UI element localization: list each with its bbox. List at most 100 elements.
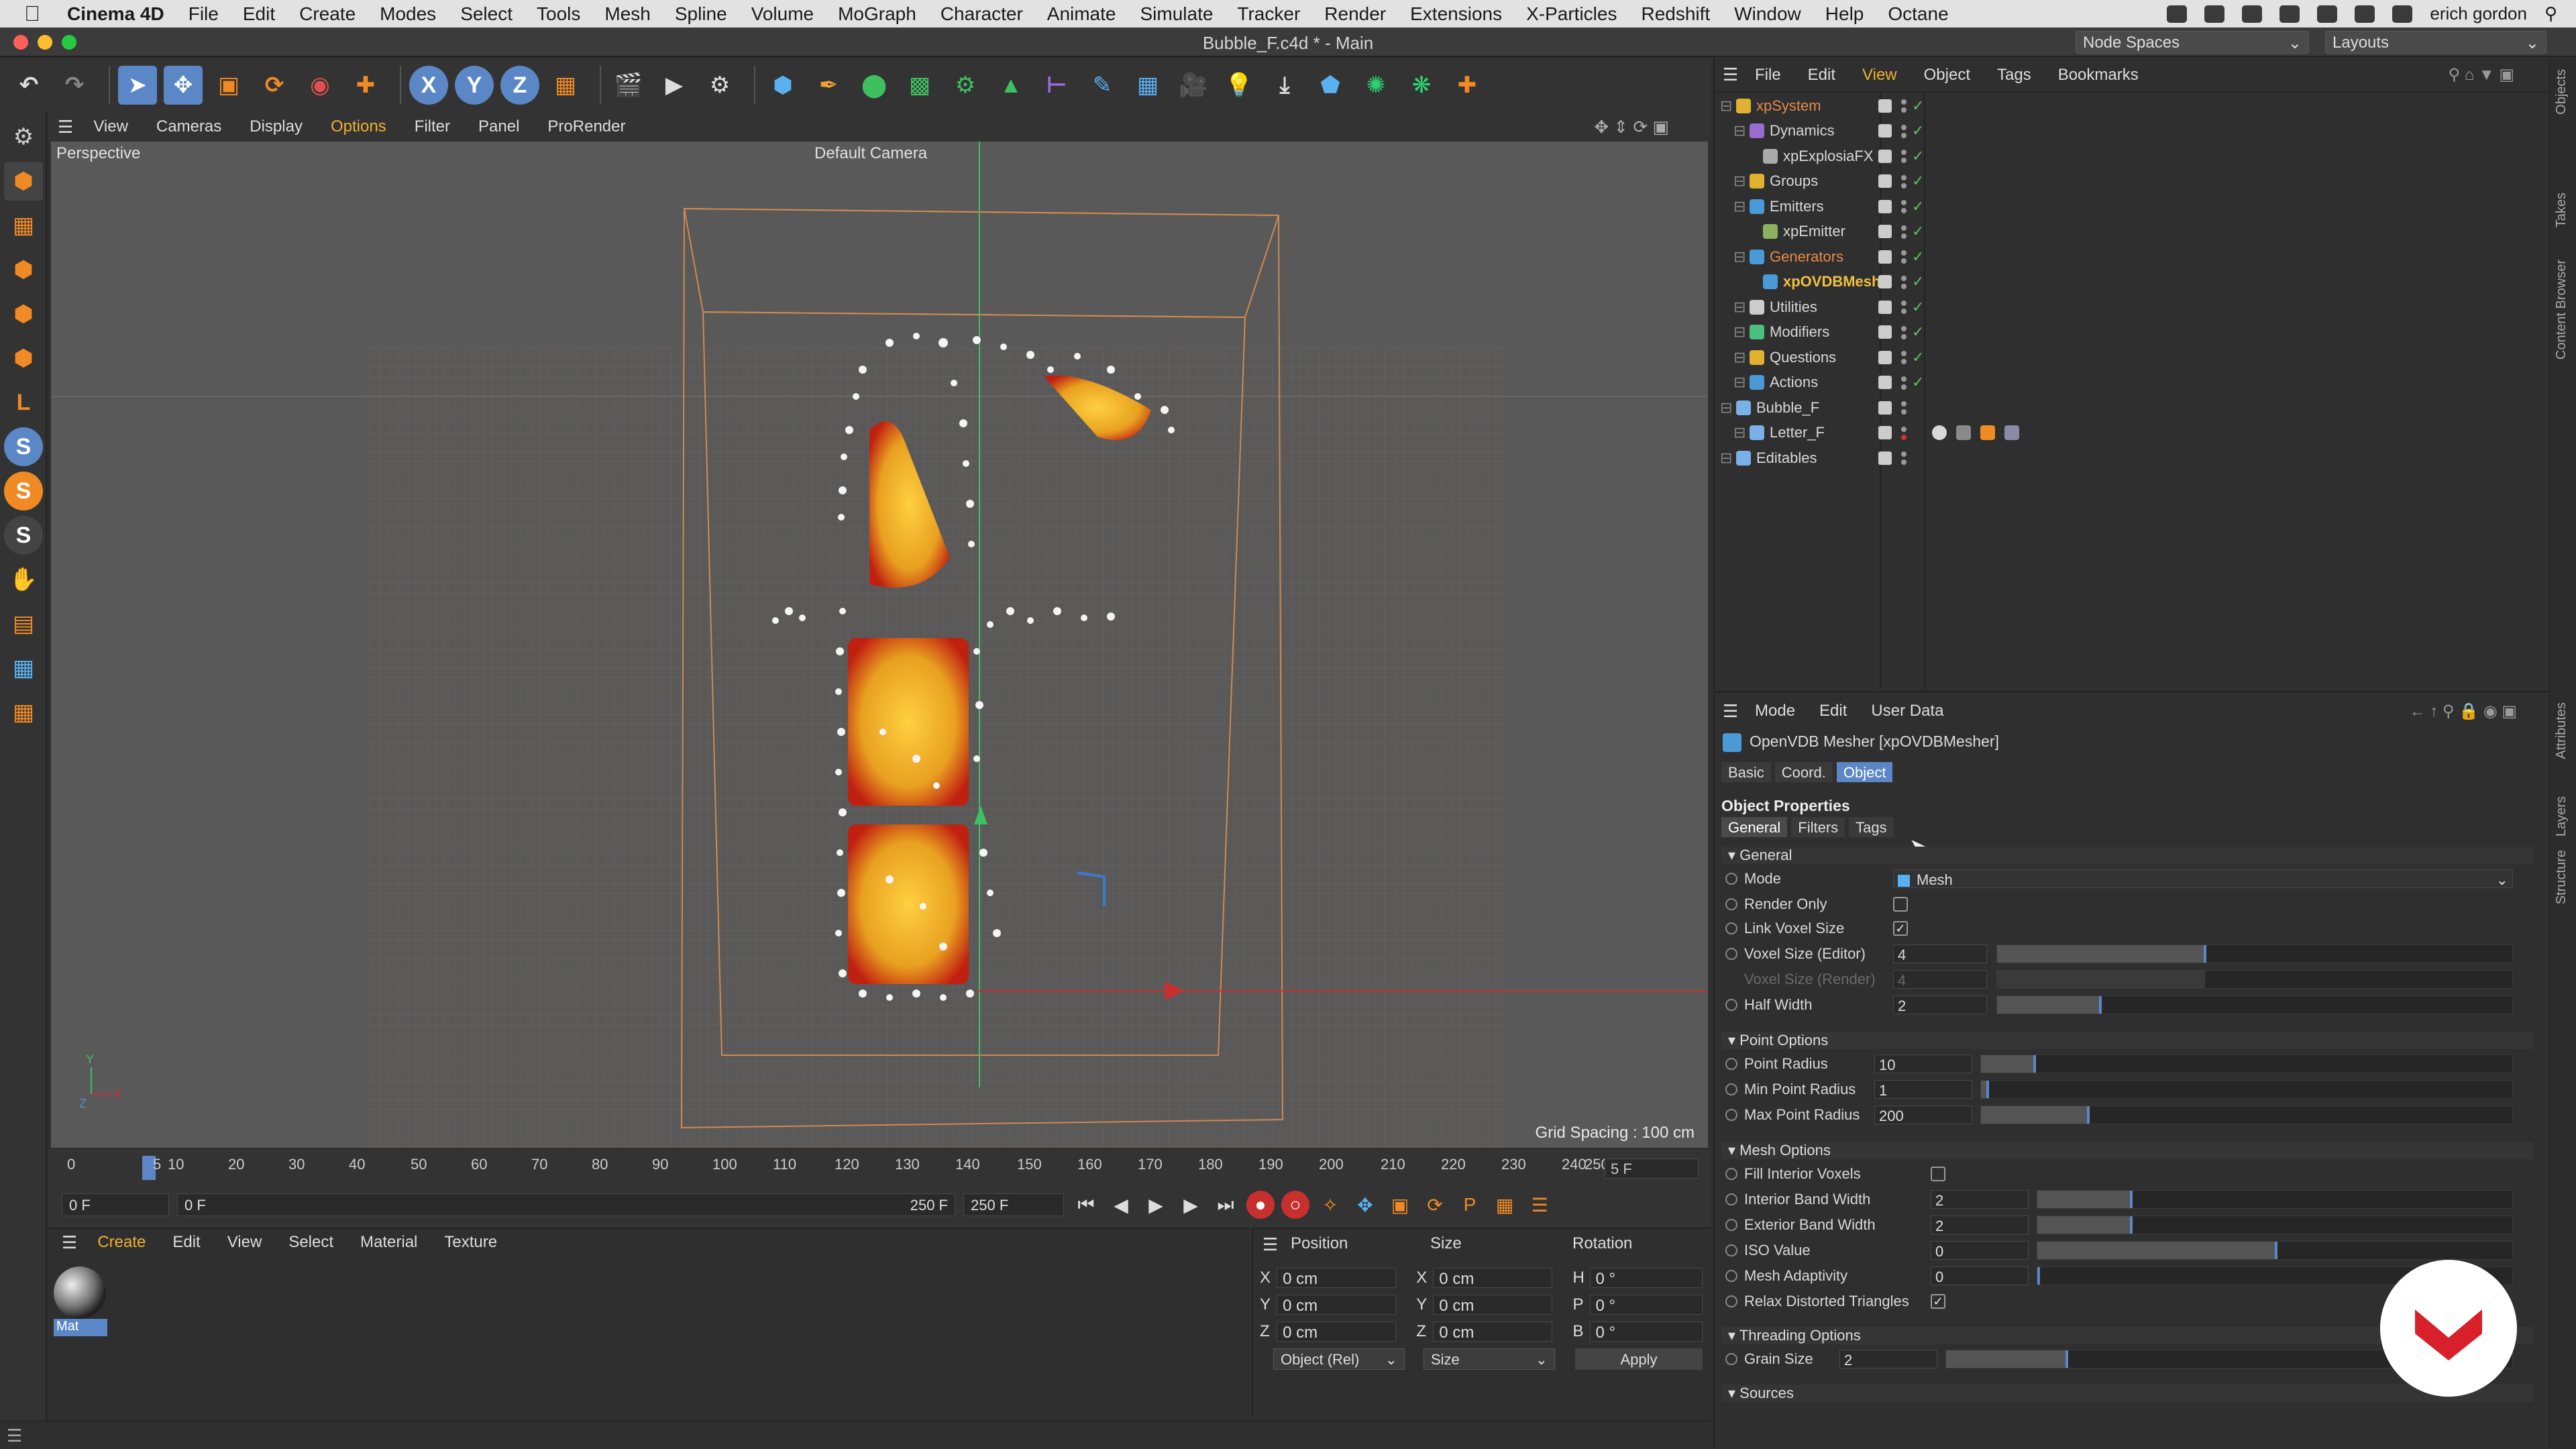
- material-menu-create[interactable]: Create: [97, 1233, 146, 1252]
- menu-xparticles[interactable]: X-Particles: [1526, 3, 1617, 25]
- mode-dropdown[interactable]: Mesh ⌄: [1893, 869, 2513, 888]
- visibility-dot-icon[interactable]: [1901, 351, 1907, 356]
- viewport-menu-display[interactable]: Display: [250, 117, 303, 136]
- position-x-field[interactable]: 0 cm: [1277, 1268, 1397, 1288]
- viewport-menu-filter[interactable]: Filter: [415, 117, 450, 136]
- menu-spline[interactable]: Spline: [675, 3, 727, 25]
- object-row[interactable]: ⊟ Dynamics ✓: [1715, 119, 2551, 144]
- menu-extensions[interactable]: Extensions: [1410, 3, 1502, 25]
- layer-flag-icon[interactable]: [1878, 199, 1892, 213]
- expand-toggle-icon[interactable]: ⊟: [1733, 198, 1746, 215]
- layer-flag-icon[interactable]: [1878, 300, 1892, 314]
- move-tool-icon[interactable]: ✥: [164, 66, 203, 105]
- frame-range-slider[interactable]: 0 F 250 F: [177, 1193, 955, 1216]
- menu-character[interactable]: Character: [941, 3, 1023, 25]
- points-mode-icon[interactable]: ⬢: [4, 250, 43, 289]
- wifi-icon[interactable]: [2355, 5, 2375, 23]
- apply-button[interactable]: Apply: [1575, 1348, 1703, 1370]
- position-z-field[interactable]: 0 cm: [1277, 1322, 1397, 1342]
- mesh-adaptivity-field[interactable]: 0: [1931, 1267, 2029, 1285]
- attribute-nav-icons[interactable]: ← ↑ ⚲ 🔒 ◉ ▣: [2410, 702, 2517, 721]
- recent-tools-icon[interactable]: ◉: [301, 66, 339, 105]
- visibility-dot-icon[interactable]: [1901, 451, 1907, 457]
- enabled-check-icon[interactable]: ✓: [1912, 198, 1924, 215]
- render-dot-icon[interactable]: [1901, 132, 1907, 138]
- status-menu-icon[interactable]: ☰: [7, 1426, 22, 1446]
- bluetooth-icon[interactable]: [2317, 5, 2338, 23]
- side-tab-content-browser[interactable]: Content Browser: [2554, 260, 2569, 360]
- menu-edit[interactable]: Edit: [243, 3, 275, 25]
- render-dot-icon[interactable]: [1901, 107, 1907, 113]
- xp-generator-icon[interactable]: ❋: [1402, 66, 1441, 105]
- render-dot-icon[interactable]: [1901, 158, 1907, 163]
- object-name[interactable]: Groups: [1770, 172, 1818, 190]
- layer-flag-icon[interactable]: [1878, 149, 1892, 163]
- coordinate-mode-dropdown[interactable]: Object (Rel) ⌄: [1273, 1348, 1405, 1370]
- tab-basic[interactable]: Basic: [1721, 762, 1771, 782]
- expand-toggle-icon[interactable]: ⊟: [1720, 449, 1732, 467]
- viewport-menu-prorender[interactable]: ProRender: [547, 117, 625, 136]
- expand-toggle-icon[interactable]: ⊟: [1720, 97, 1732, 115]
- expand-toggle-icon[interactable]: ⊟: [1733, 122, 1746, 140]
- model-mode-icon[interactable]: ⬢: [4, 162, 43, 201]
- cloud-icon[interactable]: [2242, 5, 2263, 23]
- expand-toggle-icon[interactable]: ⊟: [1733, 299, 1746, 316]
- visibility-dot-icon[interactable]: [1901, 174, 1907, 180]
- node-spaces-select[interactable]: Node Spaces ⌄: [2076, 31, 2309, 54]
- render-dot-icon[interactable]: [1901, 283, 1907, 289]
- y-axis-lock-icon[interactable]: Y: [455, 66, 494, 105]
- side-tab-structure[interactable]: Structure: [2554, 850, 2569, 904]
- key-parameter-icon[interactable]: P: [1456, 1191, 1484, 1219]
- relax-triangles-checkbox[interactable]: ✓: [1931, 1294, 1945, 1309]
- workplane-icon[interactable]: ▤: [4, 604, 43, 643]
- param-radio[interactable]: [1725, 1193, 1737, 1205]
- deformer-icon[interactable]: ⊢: [1037, 66, 1076, 105]
- pen-spline-icon[interactable]: ✒: [809, 66, 848, 105]
- grid-icon[interactable]: ▦: [4, 649, 43, 688]
- menu-modes[interactable]: Modes: [380, 3, 436, 25]
- object-name[interactable]: xpExplosiaFX: [1783, 148, 1874, 165]
- point-radius-slider[interactable]: [1980, 1055, 2513, 1073]
- material-swatch[interactable]: Mat: [54, 1267, 107, 1336]
- enabled-check-icon[interactable]: ✓: [1912, 122, 1924, 140]
- object-name[interactable]: Bubble_F: [1756, 399, 1819, 417]
- step-forward-icon[interactable]: ▶: [1177, 1191, 1205, 1219]
- param-radio[interactable]: [1725, 1244, 1737, 1256]
- volume-icon[interactable]: [2392, 5, 2413, 23]
- object-name[interactable]: Dynamics: [1770, 122, 1835, 140]
- interior-band-field[interactable]: 2: [1931, 1190, 2029, 1209]
- layer-flag-icon[interactable]: [1878, 426, 1892, 439]
- expand-toggle-icon[interactable]: ⊟: [1733, 172, 1746, 190]
- grain-size-field[interactable]: 2: [1839, 1350, 1937, 1368]
- key-pla-icon[interactable]: ▦: [1491, 1191, 1519, 1219]
- object-row[interactable]: xpEmitter ✓: [1715, 219, 2551, 244]
- viewport-menu-cameras[interactable]: Cameras: [156, 117, 221, 136]
- edges-mode-icon[interactable]: ⬢: [4, 294, 43, 333]
- object-menu-object[interactable]: Object: [1924, 66, 1970, 85]
- visibility-dot-icon[interactable]: [1901, 426, 1907, 432]
- render-dot-icon[interactable]: [1901, 309, 1907, 314]
- subtab-filters[interactable]: Filters: [1791, 817, 1845, 837]
- polygons-mode-icon[interactable]: ⬢: [4, 339, 43, 378]
- viewport-nav-icons[interactable]: ✥ ⇕ ⟳ ▣: [1594, 117, 1669, 138]
- render-dot-icon[interactable]: [1901, 333, 1907, 339]
- cloner-icon[interactable]: ⚙: [946, 66, 985, 105]
- layer-flag-icon[interactable]: [1878, 451, 1892, 465]
- render-dot-icon[interactable]: [1901, 460, 1907, 465]
- layer-flag-icon[interactable]: [1878, 325, 1892, 339]
- visibility-dot-icon[interactable]: [1901, 124, 1907, 130]
- visibility-dot-icon[interactable]: [1901, 376, 1907, 382]
- xp-emitter-icon[interactable]: ⬟: [1311, 66, 1350, 105]
- side-tab-layers[interactable]: Layers: [2554, 796, 2569, 837]
- undo-icon[interactable]: ↶: [9, 66, 48, 105]
- menu-simulate[interactable]: Simulate: [1140, 3, 1213, 25]
- max-point-radius-slider[interactable]: [1980, 1106, 2513, 1124]
- layer-flag-icon[interactable]: [1878, 225, 1892, 238]
- go-to-end-icon[interactable]: ⏭: [1212, 1191, 1240, 1219]
- object-row[interactable]: ⊟ xpSystem ✓: [1715, 93, 2551, 118]
- max-point-radius-field[interactable]: 200: [1874, 1106, 1972, 1124]
- tab-object[interactable]: Object: [1836, 762, 1893, 782]
- menu-tools[interactable]: Tools: [537, 3, 580, 25]
- interior-band-slider[interactable]: [2037, 1190, 2513, 1209]
- menu-window[interactable]: Window: [1734, 3, 1801, 25]
